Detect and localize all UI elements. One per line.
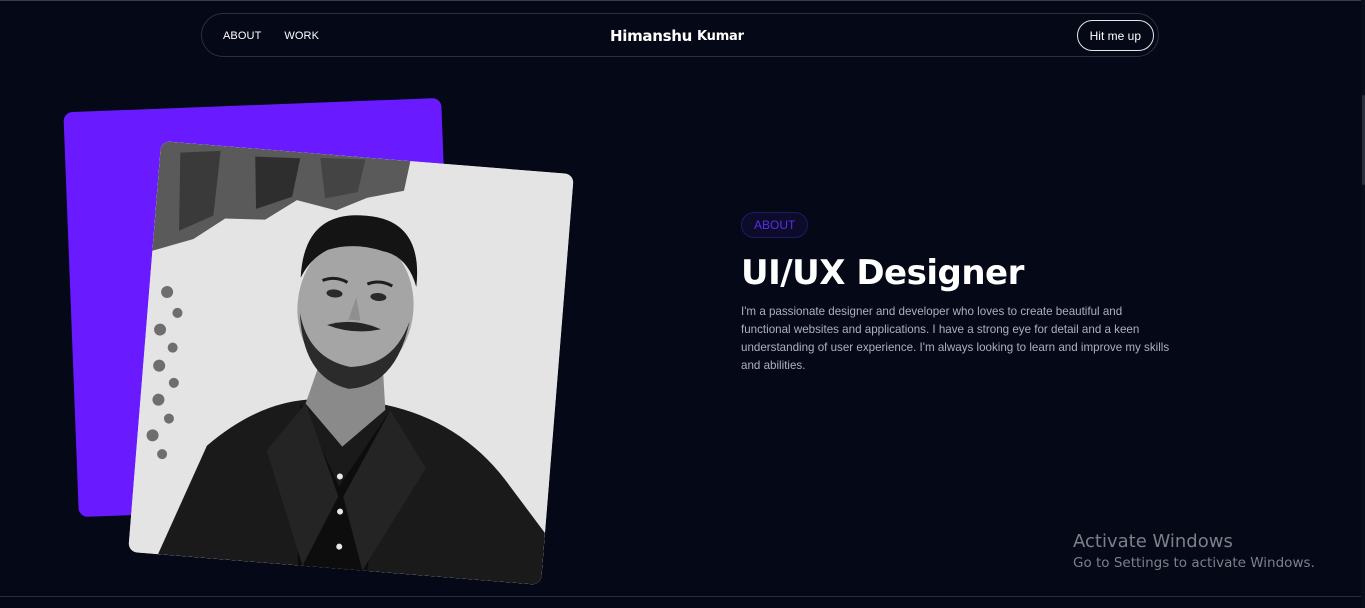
hit-me-up-button[interactable]: Hit me up <box>1076 20 1154 51</box>
profile-photo-illustration <box>128 141 574 585</box>
activate-windows-title: Activate Windows <box>1073 531 1233 552</box>
bottom-divider <box>0 596 1365 597</box>
scrollbar-track[interactable] <box>1361 0 1365 608</box>
bio-paragraph: I'm a passionate designer and developer … <box>741 305 1170 372</box>
nav-link-about[interactable]: ABOUT <box>223 30 261 42</box>
nav-link-work[interactable]: WORK <box>284 30 319 42</box>
role-headline: UI/UX Designer <box>741 253 1024 293</box>
nav-links: ABOUT WORK <box>223 14 319 58</box>
activate-windows-subtitle: Go to Settings to activate Windows. <box>1073 555 1315 571</box>
brand-last-name: Kumar <box>697 28 744 44</box>
profile-photo <box>128 141 574 585</box>
about-badge: ABOUT <box>741 212 809 238</box>
brand-logo[interactable]: Himanshu Kumar <box>610 14 744 58</box>
brand-first-name: Himanshu <box>610 27 693 45</box>
top-divider <box>0 0 1365 1</box>
activate-windows-watermark: Activate Windows Go to Settings to activ… <box>1073 531 1315 571</box>
navbar: ABOUT WORK Himanshu Kumar Hit me up <box>201 13 1159 57</box>
